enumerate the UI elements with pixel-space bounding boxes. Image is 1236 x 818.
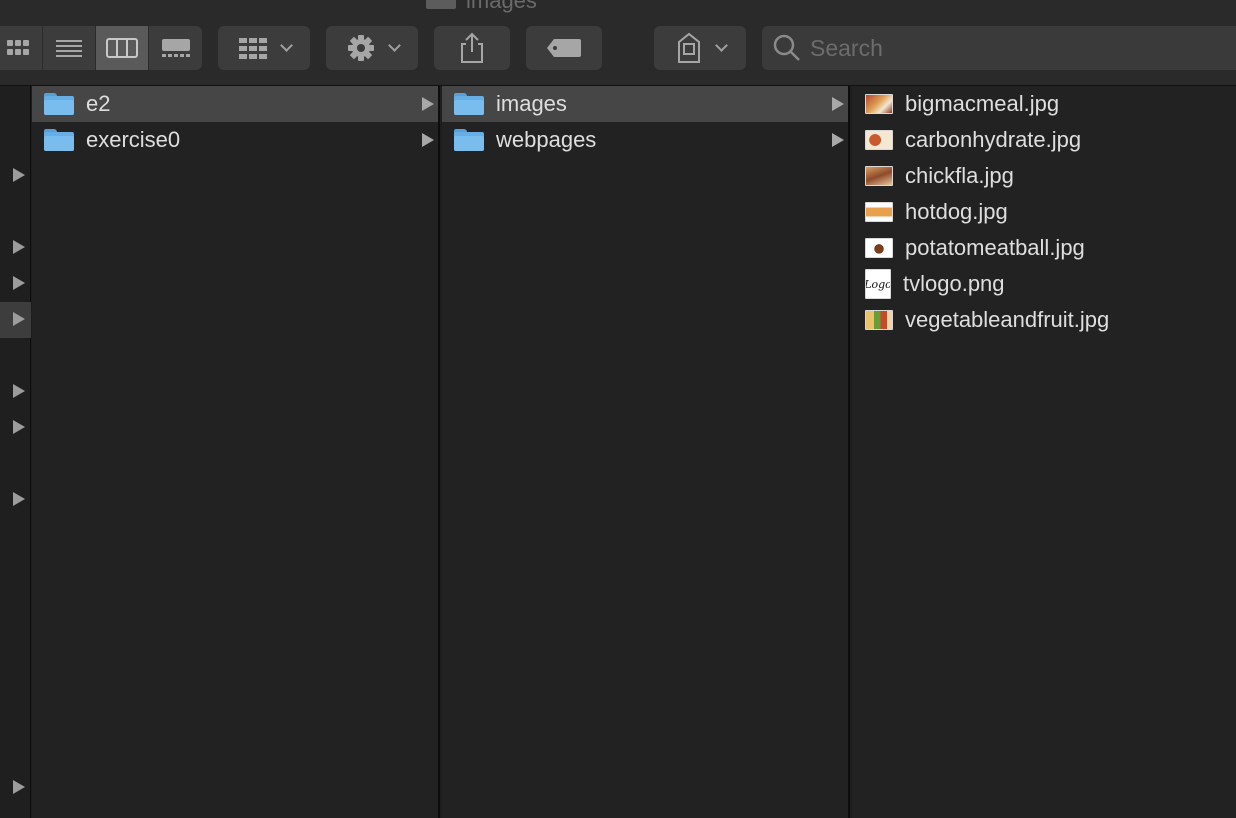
- disclosure-arrow-icon[interactable]: [13, 312, 25, 326]
- row-label: images: [496, 91, 567, 116]
- share-button[interactable]: [434, 26, 510, 70]
- file-name: hotdog.jpg: [905, 199, 1008, 224]
- group-by-button[interactable]: [218, 26, 310, 70]
- chevron-down-icon: [714, 38, 728, 52]
- file-row[interactable]: potatomeatball.jpg: [852, 230, 1236, 266]
- disclosure-arrow-icon[interactable]: [13, 240, 25, 254]
- airdrop-button[interactable]: [654, 26, 746, 70]
- chevron-down-icon: [387, 38, 401, 52]
- image-thumbnail-icon: [865, 130, 893, 150]
- folder-icon: [44, 93, 74, 115]
- file-row[interactable]: hotdog.jpg: [852, 194, 1236, 230]
- column-3: bigmacmeal.jpg carbonhydrate.jpg chickfl…: [852, 86, 1236, 818]
- folder-icon: [454, 93, 484, 115]
- column-parent: [0, 86, 31, 818]
- file-name: chickfla.jpg: [905, 163, 1014, 188]
- disclosure-arrow-icon[interactable]: [13, 384, 25, 398]
- column-1: e2 exercise0: [32, 86, 440, 818]
- window-title-label: images: [466, 0, 537, 13]
- search-icon: [773, 34, 800, 61]
- gallery-view-icon: [161, 39, 190, 57]
- disclosure-arrow-icon: [422, 97, 434, 111]
- file-name: vegetableandfruit.jpg: [905, 307, 1110, 332]
- file-row[interactable]: bigmacmeal.jpg: [852, 86, 1236, 122]
- search-input[interactable]: [810, 34, 1190, 62]
- disclosure-arrow-icon: [832, 97, 844, 111]
- disclosure-arrow-icon[interactable]: [13, 492, 25, 506]
- file-row[interactable]: chickfla.jpg: [852, 158, 1236, 194]
- list-view-icon: [56, 40, 82, 57]
- window-title: images: [426, 0, 537, 14]
- disclosure-arrow-icon[interactable]: [13, 780, 25, 794]
- device-icon: [677, 32, 700, 63]
- icon-view-button[interactable]: [0, 26, 43, 70]
- folder-row-e2[interactable]: e2: [32, 86, 438, 122]
- gear-icon: [347, 35, 374, 61]
- disclosure-arrow-icon[interactable]: [13, 276, 25, 290]
- title-folder-icon: [426, 0, 456, 9]
- list-view-button[interactable]: [43, 26, 96, 70]
- file-name: tvlogo.png: [903, 271, 1005, 296]
- row-label: exercise0: [86, 127, 181, 152]
- tags-button[interactable]: [526, 26, 602, 70]
- folder-row-exercise0[interactable]: exercise0: [32, 122, 438, 158]
- file-name: bigmacmeal.jpg: [905, 91, 1060, 116]
- view-mode-segmented-control: [0, 26, 202, 70]
- disclosure-arrow-icon[interactable]: [13, 420, 25, 434]
- gallery-view-button[interactable]: [149, 26, 202, 70]
- search-field[interactable]: [762, 26, 1236, 70]
- image-thumbnail-icon: [865, 238, 893, 258]
- image-thumbnail-icon: [865, 310, 893, 330]
- folder-icon: [454, 129, 484, 151]
- image-thumbnail-icon: [865, 166, 893, 186]
- file-row[interactable]: vegetableandfruit.jpg: [852, 302, 1236, 338]
- action-button[interactable]: [326, 26, 418, 70]
- image-thumbnail-icon: [865, 202, 893, 222]
- file-row[interactable]: carbonhydrate.jpg: [852, 122, 1236, 158]
- group-grid-icon: [238, 38, 267, 59]
- folder-row-images[interactable]: images: [442, 86, 848, 122]
- disclosure-arrow-icon[interactable]: [13, 168, 25, 182]
- disclosure-arrow-icon: [832, 133, 844, 147]
- disclosure-arrow-icon: [422, 133, 434, 147]
- folder-icon: [44, 129, 74, 151]
- column-2: images webpages: [442, 86, 850, 818]
- toolbar: images: [0, 0, 1236, 86]
- column-view-icon: [106, 38, 138, 58]
- tag-icon: [547, 39, 581, 57]
- share-icon: [461, 32, 483, 63]
- file-name: potatomeatball.jpg: [905, 235, 1085, 260]
- folder-row-webpages[interactable]: webpages: [442, 122, 848, 158]
- column-view-button[interactable]: [96, 26, 149, 70]
- file-name: carbonhydrate.jpg: [905, 127, 1082, 152]
- logo-thumbnail-icon: Logo: [865, 269, 891, 299]
- icon-view-icon: [7, 40, 29, 55]
- chevron-down-icon: [279, 38, 293, 52]
- row-label: e2: [86, 91, 111, 116]
- file-row[interactable]: Logo tvlogo.png: [852, 266, 1236, 302]
- row-label: webpages: [496, 127, 597, 152]
- image-thumbnail-icon: [865, 94, 893, 114]
